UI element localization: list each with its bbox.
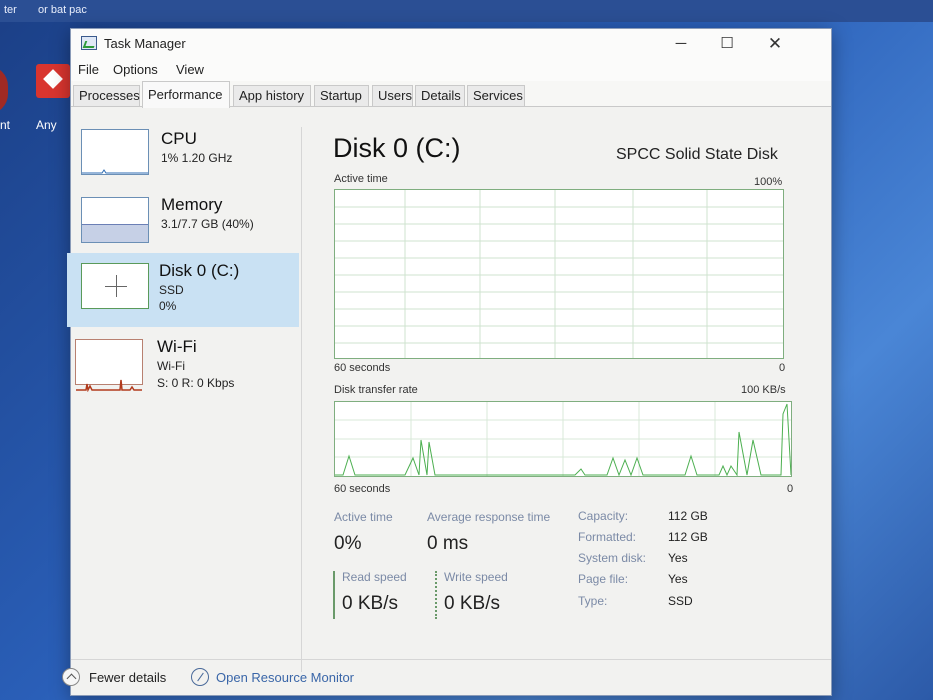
tab-strip: Processes Performance App history Startu…	[71, 81, 831, 108]
read-speed-value: 0 KB/s	[342, 593, 398, 614]
capacity-value: 112 GB	[668, 509, 708, 523]
window-title: Task Manager	[104, 36, 186, 51]
read-speed-marker	[333, 571, 335, 619]
memory-thumbnail-graph	[81, 197, 149, 243]
disk-thumbnail-graph	[81, 263, 149, 309]
tab-details[interactable]: Details	[415, 85, 465, 107]
maximize-button[interactable]: ☐	[707, 33, 747, 55]
tab-startup[interactable]: Startup	[314, 85, 369, 107]
chevron-up-icon[interactable]	[62, 668, 80, 686]
active-time-stat-value: 0%	[334, 533, 362, 554]
wifi-mini-graph	[76, 379, 142, 393]
active-time-chart-label: Active time	[334, 173, 388, 185]
write-speed-label: Write speed	[444, 570, 508, 584]
transfer-rate-chart-timespan: 60 seconds	[334, 483, 391, 495]
title-bar[interactable]: Task Manager ─ ☐ ✕	[71, 29, 831, 59]
active-time-chart-timespan: 60 seconds	[334, 362, 391, 374]
tab-processes[interactable]: Processes	[73, 85, 140, 107]
page-file-value: Yes	[668, 572, 688, 586]
tab-performance[interactable]: Performance	[142, 81, 230, 108]
sidebar-item-detail: 3.1/7.7 GB (40%)	[161, 217, 254, 231]
write-speed-value: 0 KB/s	[444, 593, 500, 614]
transfer-rate-chart-min: 0	[787, 483, 794, 495]
close-button[interactable]: ✕	[755, 33, 795, 55]
crosshair-icon-bar	[105, 286, 127, 287]
sidebar-item-detail: SSD	[159, 283, 184, 297]
sidebar-item-wifi[interactable]: Wi-Fi Wi-Fi S: 0 R: 0 Kbps	[71, 331, 299, 405]
anydesk-icon[interactable]	[36, 64, 70, 98]
desktop-text: ter	[4, 4, 17, 16]
sidebar-item-detail: Wi-Fi	[157, 359, 185, 373]
menu-options[interactable]: Options	[113, 62, 158, 77]
minimize-button[interactable]: ─	[661, 33, 701, 55]
open-resource-monitor-link[interactable]: Open Resource Monitor	[216, 670, 354, 685]
desktop-text: or bat pac	[38, 4, 87, 16]
desktop-top-strip: ter or bat pac	[0, 0, 933, 22]
sidebar-item-disk[interactable]: Disk 0 (C:) SSD 0%	[67, 253, 299, 327]
tab-app-history[interactable]: App history	[233, 85, 311, 107]
formatted-label: Formatted:	[578, 530, 637, 544]
sidebar-item-detail: 1% 1.20 GHz	[161, 151, 233, 165]
sidebar-item-label: Wi-Fi	[157, 337, 197, 356]
active-time-chart-min: 0	[779, 362, 786, 374]
avg-response-stat-value: 0 ms	[427, 533, 469, 554]
sidebar-item-cpu[interactable]: CPU 1% 1.20 GHz	[71, 121, 299, 193]
sidebar-item-detail: 0%	[159, 299, 177, 313]
transfer-rate-chart	[334, 401, 792, 477]
avg-response-stat-label: Average response time	[427, 510, 551, 524]
sidebar-item-label: Memory	[161, 195, 223, 214]
read-speed-label: Read speed	[342, 570, 407, 584]
footer-bar: Fewer details Open Resource Monitor	[62, 659, 831, 697]
panel-divider	[301, 127, 302, 672]
menu-view[interactable]: View	[176, 62, 204, 77]
write-speed-marker	[435, 571, 437, 619]
page-file-label: Page file:	[578, 572, 629, 586]
wifi-thumbnail-graph	[75, 339, 143, 393]
tab-users[interactable]: Users	[372, 85, 413, 107]
fewer-details-button[interactable]: Fewer details	[89, 670, 166, 685]
sidebar-item-label: CPU	[161, 129, 197, 148]
desktop-icon-partial[interactable]	[0, 66, 8, 114]
system-disk-value: Yes	[668, 551, 688, 565]
tab-services[interactable]: Services	[467, 85, 525, 107]
memory-usage-fill	[82, 224, 148, 242]
type-value: SSD	[668, 594, 693, 608]
active-time-chart	[334, 189, 784, 359]
disk-model-name: SPCC Solid State Disk	[616, 146, 778, 163]
sidebar-item-memory[interactable]: Memory 3.1/7.7 GB (40%)	[71, 189, 299, 261]
desktop-icon-label: Any	[36, 118, 57, 132]
sidebar-item-detail: S: 0 R: 0 Kbps	[157, 376, 235, 390]
transfer-rate-chart-max: 100 KB/s	[741, 384, 786, 396]
desktop-icon-label: nt	[0, 118, 11, 132]
page-title: Disk 0 (C:)	[333, 133, 461, 163]
task-manager-window: Task Manager ─ ☐ ✕ File Options View Pro…	[62, 28, 832, 697]
active-time-chart-max: 100%	[754, 176, 783, 188]
capacity-label: Capacity:	[578, 509, 629, 523]
menu-bar: File Options View	[71, 59, 831, 81]
cpu-mini-graph	[82, 169, 148, 174]
active-time-stat-label: Active time	[334, 510, 393, 524]
task-manager-icon	[81, 36, 97, 50]
resource-monitor-icon[interactable]	[191, 668, 209, 686]
transfer-rate-graph	[335, 402, 792, 477]
sidebar-item-label: Disk 0 (C:)	[159, 261, 240, 280]
active-time-grid	[335, 190, 783, 358]
transfer-rate-chart-label: Disk transfer rate	[334, 384, 418, 396]
menu-file[interactable]: File	[78, 62, 99, 77]
system-disk-label: System disk:	[578, 551, 647, 565]
formatted-value: 112 GB	[668, 530, 708, 544]
cpu-thumbnail-graph	[81, 129, 149, 175]
type-label: Type:	[578, 594, 608, 608]
